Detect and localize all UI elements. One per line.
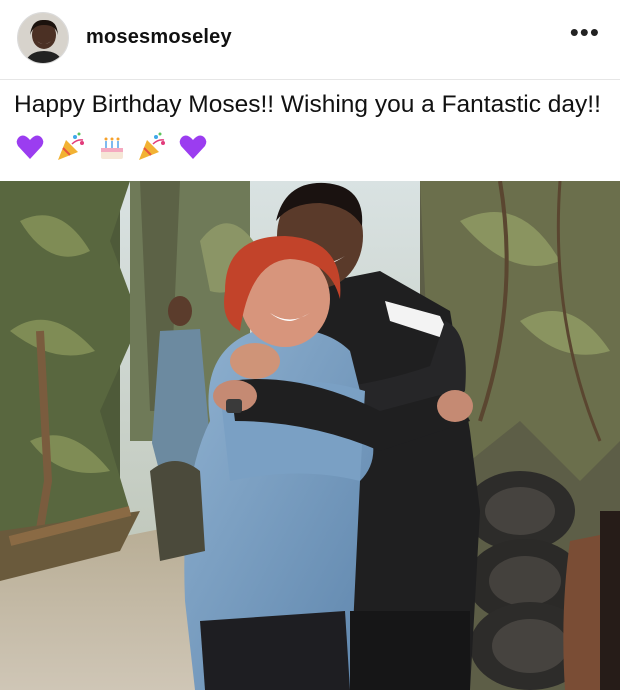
- caption-text: Happy Birthday Moses!! Wishing you a Fan…: [14, 91, 601, 118]
- more-options-icon[interactable]: •••: [570, 19, 600, 45]
- post-photo[interactable]: [0, 181, 620, 690]
- purple-heart-icon: [179, 135, 207, 159]
- avatar[interactable]: [17, 12, 69, 64]
- purple-heart-icon: [16, 135, 44, 159]
- username-link[interactable]: mosesmoseley: [86, 26, 232, 49]
- party-popper-icon: [57, 132, 84, 160]
- post-header: mosesmoseley •••: [0, 0, 620, 80]
- birthday-cake-icon: [100, 137, 123, 159]
- party-popper-icon: [139, 132, 166, 160]
- post-caption: Happy Birthday Moses!! Wishing you a Fan…: [14, 84, 610, 166]
